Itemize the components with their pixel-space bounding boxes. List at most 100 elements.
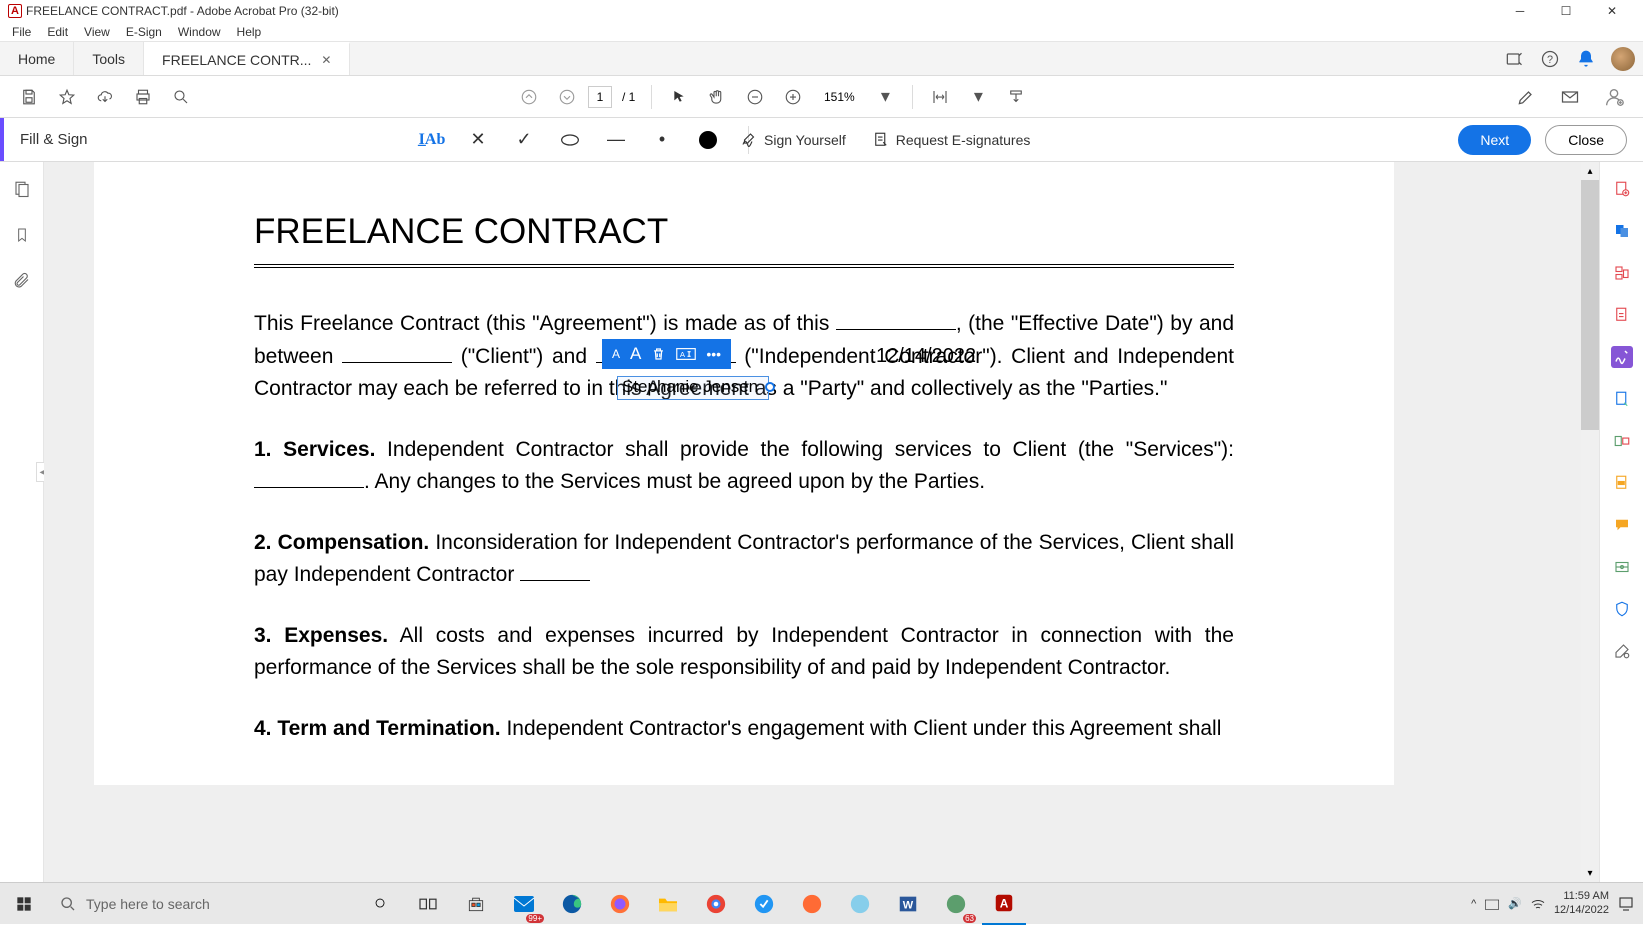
attachment-icon[interactable] <box>11 270 33 292</box>
redact-icon[interactable] <box>1611 472 1633 494</box>
tray-chevron-icon[interactable]: ^ <box>1471 898 1476 910</box>
bookmark-icon[interactable] <box>11 224 33 246</box>
notifications-icon[interactable] <box>1617 895 1635 913</box>
tray-volume-icon[interactable]: 🔊 <box>1508 897 1522 910</box>
more-tools-icon[interactable] <box>1611 640 1633 662</box>
field-resize-handle[interactable] <box>765 382 775 392</box>
chrome-icon[interactable] <box>694 883 738 925</box>
compensation-paragraph: 2. Compensation. Inconsideration for Ind… <box>254 527 1234 592</box>
sign-tool-icon[interactable] <box>1611 346 1633 368</box>
compress-icon[interactable] <box>1611 430 1633 452</box>
fit-dropdown-icon[interactable]: ▾ <box>961 80 995 114</box>
mail-icon[interactable] <box>1553 80 1587 114</box>
text-tool-icon[interactable]: I̲Ab <box>420 128 444 152</box>
menu-file[interactable]: File <box>4 25 39 39</box>
combine-icon[interactable] <box>1611 220 1633 242</box>
tab-home[interactable]: Home <box>0 42 74 75</box>
menu-window[interactable]: Window <box>170 25 229 39</box>
comment-icon[interactable] <box>1611 514 1633 536</box>
next-button[interactable]: Next <box>1458 125 1531 155</box>
maximize-button[interactable]: ☐ <box>1543 0 1589 22</box>
word-icon[interactable]: W <box>886 883 930 925</box>
document-view[interactable]: FREELANCE CONTRACT This Freelance Contra… <box>44 162 1599 882</box>
scroll-up-icon[interactable]: ▴ <box>1581 162 1599 180</box>
thumbnails-icon[interactable] <box>11 178 33 200</box>
bell-icon[interactable] <box>1575 48 1597 70</box>
zoom-dropdown-icon[interactable]: ▾ <box>868 80 902 114</box>
tray-wifi-icon[interactable] <box>1530 897 1546 911</box>
acrobat-icon[interactable]: A <box>982 883 1026 925</box>
more-options-icon[interactable]: ••• <box>706 346 721 362</box>
request-signatures-button[interactable]: Request E-signatures <box>872 131 1031 149</box>
scroll-down-icon[interactable]: ▾ <box>1581 864 1599 882</box>
circle-tool-icon[interactable] <box>558 128 582 152</box>
increase-font-icon[interactable]: A <box>630 344 641 364</box>
read-mode-icon[interactable] <box>999 80 1033 114</box>
sign-yourself-button[interactable]: Sign Yourself <box>740 131 846 149</box>
edit-pdf-icon[interactable] <box>1611 262 1633 284</box>
print-icon[interactable] <box>126 80 160 114</box>
star-icon[interactable] <box>50 80 84 114</box>
delete-field-icon[interactable] <box>651 346 666 362</box>
organize-icon[interactable] <box>1611 388 1633 410</box>
check-tool-icon[interactable]: ✓ <box>512 128 536 152</box>
explorer-icon[interactable] <box>646 883 690 925</box>
tab-document[interactable]: FREELANCE CONTR... ✕ <box>144 42 350 75</box>
avatar[interactable] <box>1611 47 1635 71</box>
menu-help[interactable]: Help <box>229 25 270 39</box>
decrease-font-icon[interactable]: A <box>612 347 620 361</box>
pointer-icon[interactable] <box>662 80 696 114</box>
cortana-icon[interactable]: ○ <box>358 883 402 925</box>
create-pdf-icon[interactable] <box>1611 178 1633 200</box>
task-view-icon[interactable] <box>406 883 450 925</box>
save-icon[interactable] <box>12 80 46 114</box>
pen-icon[interactable] <box>1509 80 1543 114</box>
menu-esign[interactable]: E-Sign <box>118 25 170 39</box>
scan-icon[interactable] <box>1611 556 1633 578</box>
zoom-out-icon[interactable] <box>738 80 772 114</box>
close-tab-icon[interactable]: ✕ <box>321 53 331 67</box>
zoom-in-icon[interactable] <box>776 80 810 114</box>
menu-edit[interactable]: Edit <box>39 25 76 39</box>
minimize-button[interactable]: ─ <box>1497 0 1543 22</box>
search-icon[interactable] <box>164 80 198 114</box>
taskbar-search[interactable]: Type here to search <box>48 896 348 912</box>
field-type-icon[interactable]: A <box>676 347 696 361</box>
edge-icon[interactable] <box>550 883 594 925</box>
accent-stripe <box>0 118 4 161</box>
page-number-input[interactable]: 1 <box>588 86 612 108</box>
contractor-name-field[interactable]: Stephanie Jensen <box>617 376 769 400</box>
fit-width-icon[interactable] <box>923 80 957 114</box>
vertical-scrollbar[interactable]: ▴ ▾ <box>1581 162 1599 882</box>
megaphone-icon[interactable] <box>1503 48 1525 70</box>
dot-tool-icon[interactable]: • <box>650 128 674 152</box>
start-button[interactable] <box>0 883 48 924</box>
help-icon[interactable]: ? <box>1539 48 1561 70</box>
export-pdf-icon[interactable] <box>1611 304 1633 326</box>
page-down-icon[interactable] <box>550 80 584 114</box>
app-icon-orange[interactable] <box>790 883 834 925</box>
close-button[interactable]: Close <box>1545 125 1627 155</box>
cloud-icon[interactable] <box>88 80 122 114</box>
date-field[interactable]: 12/14/2022 <box>876 345 976 368</box>
menu-view[interactable]: View <box>76 25 118 39</box>
protect-icon[interactable] <box>1611 598 1633 620</box>
store-icon[interactable] <box>454 883 498 925</box>
line-tool-icon[interactable]: — <box>604 128 628 152</box>
tray-keyboard-icon[interactable] <box>1484 897 1500 911</box>
x-mark-tool-icon[interactable]: ✕ <box>466 128 490 152</box>
hand-icon[interactable] <box>700 80 734 114</box>
page-up-icon[interactable] <box>512 80 546 114</box>
taskbar-clock[interactable]: 11:59 AM 12/14/2022 <box>1554 890 1609 916</box>
app-icon-sky[interactable] <box>838 883 882 925</box>
zoom-value[interactable]: 151% <box>814 86 864 108</box>
tab-tools[interactable]: Tools <box>74 42 144 75</box>
color-picker-icon[interactable] <box>696 128 720 152</box>
firefox-icon[interactable] <box>598 883 642 925</box>
mail-app-icon[interactable]: 99+ <box>502 883 546 925</box>
app-icon-globe[interactable]: 63 <box>934 883 978 925</box>
share-icon[interactable] <box>1597 80 1631 114</box>
close-window-button[interactable]: ✕ <box>1589 0 1635 22</box>
app-icon-blue[interactable] <box>742 883 786 925</box>
scroll-thumb[interactable] <box>1581 180 1599 430</box>
